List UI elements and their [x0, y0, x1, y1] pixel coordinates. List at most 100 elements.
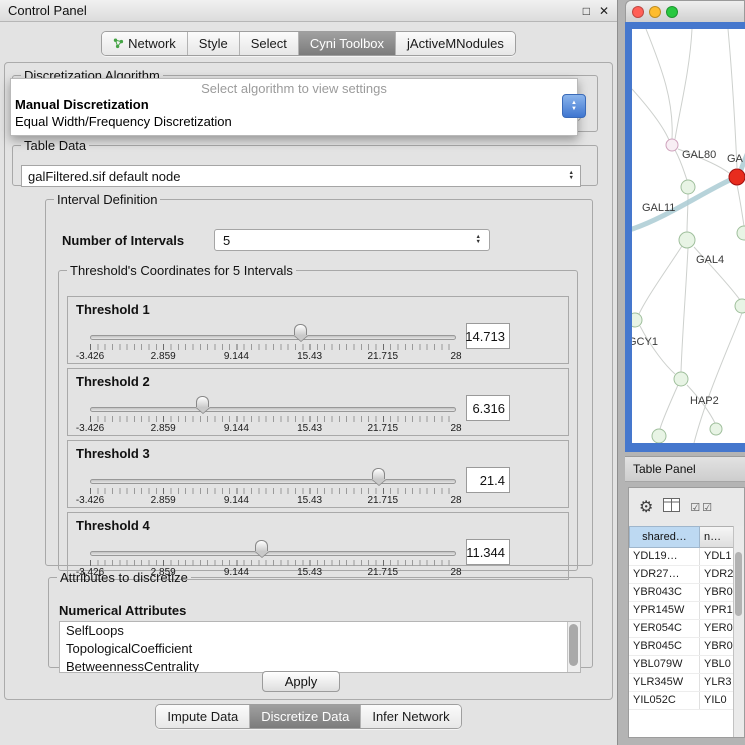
minimize-icon[interactable]: □: [583, 4, 590, 18]
table-body[interactable]: YDL19…YDL1YDR27…YDR2YBR043CYBR0YPR145WYP…: [629, 548, 735, 737]
network-node[interactable]: [652, 429, 666, 443]
table-scrollbar[interactable]: [733, 526, 744, 737]
algorithm-options: Manual DiscretizationEqual Width/Frequen…: [11, 96, 577, 130]
algorithm-combo-arrows[interactable]: ▲ ▼: [562, 94, 586, 118]
table-cell: YBR0: [700, 584, 735, 601]
threshold-panel: Threshold 3 -3.4262.8599.14415.4321.7152…: [67, 440, 569, 508]
chevron-down-icon: ▼: [571, 106, 577, 112]
attr-items: SelfLoopsTopologicalCoefficientBetweenne…: [60, 622, 580, 673]
scale-label: 9.144: [224, 423, 249, 434]
table-data-group: Table Data galFiltered.sif default node …: [12, 138, 598, 186]
slider-track[interactable]: [90, 479, 456, 484]
network-node-hap2[interactable]: [674, 372, 688, 386]
table-cell: YBR045C: [629, 638, 700, 655]
network-canvas[interactable]: GAL80GAGAL11GAL4GCY1HAP2: [632, 29, 745, 443]
columns-icon[interactable]: [663, 498, 680, 517]
slider-track[interactable]: [90, 551, 456, 556]
table-data-combobox[interactable]: galFiltered.sif default node ▲▼: [21, 165, 581, 187]
menu-item-manual-discretization[interactable]: Manual Discretization: [11, 96, 577, 113]
table-row[interactable]: YDR27…YDR2: [629, 566, 735, 584]
select-all-checkbox-icon[interactable]: ☑: [690, 501, 700, 514]
slider-track[interactable]: [90, 335, 456, 340]
minimize-button[interactable]: [649, 6, 661, 18]
threshold-slider[interactable]: -3.4262.8599.14415.4321.71528: [90, 369, 456, 437]
node-label: GAL11: [642, 202, 675, 214]
list-scrollbar[interactable]: [567, 622, 580, 672]
window-title: Control Panel: [8, 3, 583, 18]
tab-jactivemnodules[interactable]: jActiveMNodules: [395, 32, 515, 55]
table-row[interactable]: YBR045CYBR0: [629, 638, 735, 656]
slider-track[interactable]: [90, 407, 456, 412]
threshold-value-field[interactable]: 21.4: [466, 467, 510, 493]
scale-label: 15.43: [297, 351, 322, 362]
dropdown-arrows-icon: ▲▼: [569, 171, 574, 181]
attributes-group: Attributes to discretize Numerical Attri…: [48, 570, 593, 668]
table-row[interactable]: YIL052CYIL0: [629, 692, 735, 710]
slider-thumb[interactable]: [196, 396, 209, 407]
scale-label: -3.426: [76, 423, 104, 434]
table-row[interactable]: YLR345WYLR3: [629, 674, 735, 692]
slider-thumb[interactable]: [255, 540, 268, 551]
tab-discretize-data[interactable]: Discretize Data: [249, 705, 360, 728]
table-panel-window: ⚙ ☑ ☑ shared… n… YDL19…YDL1YDR27…YDR2YBR…: [628, 487, 745, 738]
intervals-value: 5: [223, 233, 230, 248]
network-node-gal11[interactable]: [681, 180, 695, 194]
table-row[interactable]: YER054CYER0: [629, 620, 735, 638]
network-node-gal4[interactable]: [679, 232, 695, 248]
network-node-gcy1[interactable]: [632, 313, 642, 327]
tab-label: Discretize Data: [261, 709, 349, 724]
slider-thumb[interactable]: [294, 324, 307, 335]
list-item-topologicalcoefficient[interactable]: TopologicalCoefficient: [60, 640, 580, 658]
network-view-frame: GAL80GAGAL11GAL4GCY1HAP2: [625, 22, 745, 452]
tab-select[interactable]: Select: [239, 32, 298, 55]
table-cell: YDL19…: [629, 548, 700, 565]
slider-ticks: [90, 488, 456, 494]
threshold-slider[interactable]: -3.4262.8599.14415.4321.71528: [90, 297, 456, 365]
tab-style[interactable]: Style: [187, 32, 239, 55]
column-header-shared[interactable]: shared…: [629, 526, 700, 548]
network-node-gal80[interactable]: [666, 139, 678, 151]
tab-infer-network[interactable]: Infer Network: [360, 705, 460, 728]
table-cell: YIL052C: [629, 692, 700, 709]
network-node[interactable]: [735, 299, 745, 313]
tab-impute-data[interactable]: Impute Data: [156, 705, 249, 728]
menu-item-equal-width-frequency-discretization[interactable]: Equal Width/Frequency Discretization: [11, 113, 577, 130]
tab-label: Impute Data: [167, 709, 238, 724]
table-row[interactable]: YBL079WYBL0: [629, 656, 735, 674]
scrollbar-thumb[interactable]: [735, 552, 742, 616]
threshold-value-field[interactable]: 11.344: [466, 539, 510, 565]
intervals-combobox[interactable]: 5 ▲▼: [214, 229, 490, 251]
list-item-selfloops[interactable]: SelfLoops: [60, 622, 580, 640]
algorithm-prompt: Select algorithm to view settings: [11, 79, 577, 96]
numerical-attributes-label: Numerical Attributes: [59, 603, 186, 618]
scale-label: 15.43: [297, 495, 322, 506]
network-node-ga[interactable]: [729, 169, 745, 185]
network-node[interactable]: [737, 226, 745, 240]
column-header-name[interactable]: n…: [700, 526, 735, 548]
numerical-attributes-list[interactable]: SelfLoopsTopologicalCoefficientBetweenne…: [59, 621, 581, 673]
select-columns-checkbox-icon[interactable]: ☑: [702, 501, 712, 514]
table-row[interactable]: YBR043CYBR0: [629, 584, 735, 602]
tab-cyni-toolbox[interactable]: Cyni Toolbox: [298, 32, 395, 55]
tab-network[interactable]: Network: [102, 32, 187, 55]
tab-label: Infer Network: [372, 709, 449, 724]
slider-ticks: [90, 560, 456, 566]
table-row[interactable]: YDL19…YDL1: [629, 548, 735, 566]
scrollbar-thumb[interactable]: [569, 624, 578, 666]
threshold-value-field[interactable]: 6.316: [466, 395, 510, 421]
close-button[interactable]: [632, 6, 644, 18]
gear-icon[interactable]: ⚙: [639, 497, 653, 517]
slider-thumb[interactable]: [372, 468, 385, 479]
network-window-titlebar: [625, 0, 745, 22]
threshold-slider[interactable]: -3.4262.8599.14415.4321.71528: [90, 441, 456, 509]
apply-button[interactable]: Apply: [262, 671, 340, 692]
network-node[interactable]: [710, 423, 722, 435]
slider-scale: -3.4262.8599.14415.4321.71528: [90, 423, 456, 435]
table-row[interactable]: YPR145WYPR1: [629, 602, 735, 620]
close-icon[interactable]: ✕: [599, 4, 609, 18]
slider-scale: -3.4262.8599.14415.4321.71528: [90, 495, 456, 507]
zoom-button[interactable]: [666, 6, 678, 18]
threshold-value-field[interactable]: 14.713: [466, 323, 510, 349]
table-cell: YDL1: [700, 548, 735, 565]
table-cell: YBL079W: [629, 656, 700, 673]
